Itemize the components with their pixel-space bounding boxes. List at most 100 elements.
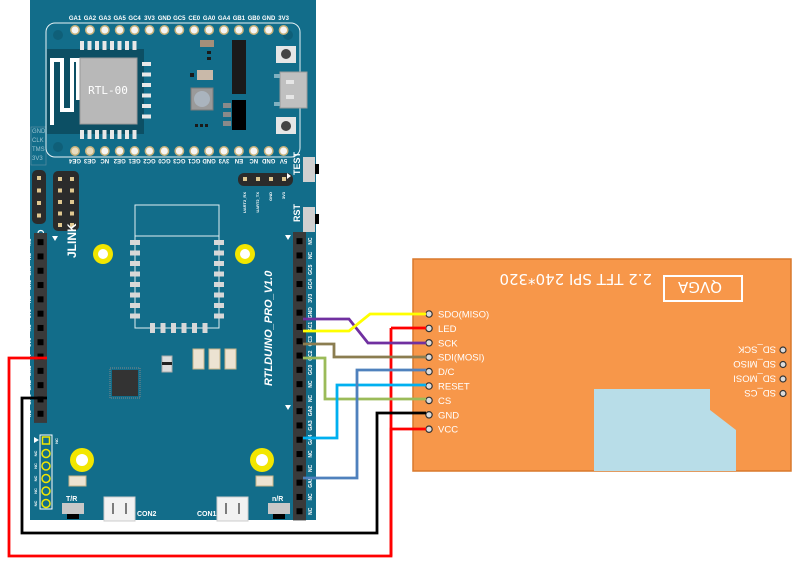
header-pin [296, 422, 303, 429]
header-pin-label: GC0 [308, 364, 314, 375]
header-pin-label: NC [33, 476, 38, 482]
lcd-pin [425, 324, 433, 333]
sd-pin [779, 360, 787, 369]
tft-lcd-module: 2.2 TFT SPI 240*320 QVGA SDO(MISO) LED SCK… [412, 258, 792, 472]
lcd-pin [425, 425, 433, 434]
module-bottom-pin-label: GC3 [172, 157, 185, 163]
uart-pin [269, 177, 273, 181]
con1-label: CON1 [197, 511, 217, 518]
lcd-pin [425, 338, 433, 347]
header-pin-label: GA1 [27, 280, 33, 291]
header-pin [37, 239, 44, 246]
module-top-pin [219, 25, 229, 35]
module-bottom-pin [204, 146, 215, 156]
lcd-pin [425, 310, 433, 318]
mounting-hole [250, 448, 274, 472]
svg-text:QVGA: QVGA [677, 278, 722, 296]
header-pin-label: GC4 [308, 279, 314, 290]
module-bottom-pin-label: GC1 [187, 157, 200, 163]
header-pin [37, 310, 44, 317]
crystal [197, 70, 213, 80]
module-bottom-pin-label: 3V3 [218, 157, 229, 163]
module-top-pins [70, 25, 289, 35]
ldo-chip [232, 100, 246, 130]
module-button-bottom[interactable] [276, 117, 296, 134]
module-top-pin-label: GB0 [248, 16, 261, 22]
module-bottom-pin-label: GND [202, 157, 216, 163]
module-bottom-pin [114, 146, 125, 156]
uart-pin [256, 177, 260, 181]
module-bottom-pin [219, 146, 229, 156]
header-pin [296, 493, 303, 500]
header-pin [296, 352, 303, 359]
sd-pin-label: SD_MOSI [733, 373, 776, 384]
module-top-pin [233, 25, 244, 35]
header-pin [37, 339, 44, 346]
uart-pin [243, 177, 247, 181]
lcd-pin-label: SDO(MISO) [438, 310, 489, 321]
mounting-hole [93, 244, 113, 264]
module-top-pin-label: GB1 [233, 16, 246, 22]
uart-pin-label: UART2_RX [242, 192, 247, 213]
module-bottom-pin-label: GE4 [68, 157, 81, 163]
module-bottom-pin-label: GE3 [83, 157, 96, 163]
header-pin-label: NC [27, 324, 33, 332]
header-pin [296, 338, 303, 345]
module-top-pin-label: GA2 [84, 16, 97, 22]
module-top-pin-labels: GA1 GA2 GA3 GA5 GC4 3V3 GND GC5 CE0 GA0 GA4 GB1 GB0 G… [69, 16, 290, 22]
nr-label: n/R [272, 496, 283, 503]
header-pin [37, 267, 44, 274]
module-top-pin-label: GND [158, 16, 172, 22]
header-pin-label: NC [33, 488, 38, 494]
module-top-pin [248, 25, 259, 35]
header-pin [37, 253, 44, 260]
module-top-pin [70, 25, 80, 35]
header-pin-label: GC5 [308, 264, 314, 275]
header-pin-label: NC [27, 410, 33, 418]
header-pin-label: NC [33, 463, 38, 469]
module-bottom-pin-label: NC [249, 157, 258, 163]
module-bottom-pin-label: GE2 [113, 157, 126, 163]
lcd-pin-label: CS [438, 396, 451, 407]
header-pin [37, 410, 44, 417]
header-pin [296, 479, 303, 486]
qfn-chip [109, 367, 141, 399]
module-top-pin-label: 3V3 [278, 16, 289, 22]
module-top-pin [189, 25, 200, 35]
lcd-title: 2.2 TFT SPI 240*320 [499, 270, 652, 288]
lcd-pin [425, 396, 433, 405]
uart-pin-label: UART2_TX [255, 192, 260, 213]
module-bottom-pin-labels: GE4 GE3 NC GE2 GE1 GC2 GC0 GC3 GC1 GND 3V3 EN NC GND 5… [68, 157, 287, 163]
module-top-pin-label: GC5 [173, 16, 186, 22]
header-pin-label: NC [33, 501, 38, 507]
header-pin-label: GND [27, 379, 33, 391]
lcd-pin-label: LED [438, 324, 457, 335]
module-bottom-pin [278, 146, 289, 156]
header-pin-label: NC [308, 450, 314, 458]
module-button-top[interactable] [276, 46, 296, 63]
header-pin [37, 382, 44, 389]
module-top-pin-label: GA3 [99, 16, 112, 22]
tr-label: T/R [66, 496, 77, 503]
module-bottom-pin-label: EN [235, 157, 243, 163]
header-pin [37, 282, 44, 289]
module-top-pin [99, 25, 110, 35]
uart-pin-label: GND [268, 192, 273, 201]
module-bottom-pin-label: GC2 [143, 157, 156, 163]
module-top-pin [204, 25, 215, 35]
header-pin-label: GND [308, 307, 314, 319]
header-pin-label: NC [308, 464, 314, 472]
header-pin-label: GA0 [27, 265, 33, 276]
header-pin-label: NC [54, 438, 59, 444]
lcd-pin-label: D/C [438, 367, 455, 378]
sd-pin-label: SD_CS [744, 387, 776, 398]
module-top-pin-label: GA0 [203, 16, 216, 22]
header-pin-label: NC [308, 237, 314, 245]
module-top-pin [174, 25, 185, 35]
header-pin-label: 3V3 [27, 309, 33, 318]
rtlduino-board: GND CLK TMS 3V3 GA1 GA2 GA3 GA5 GC4 3V3 GND GC5 CE0… [27, 0, 319, 522]
module-bottom-pin [159, 146, 170, 156]
rtl00-module: GA1 GA2 GA3 GA5 GC4 3V3 GND GC5 CE0 GA0 GA4 GB1 GB0 G… [45, 16, 308, 163]
test-label: TEST [292, 151, 302, 175]
module-top-pin-label: CE0 [188, 16, 200, 22]
